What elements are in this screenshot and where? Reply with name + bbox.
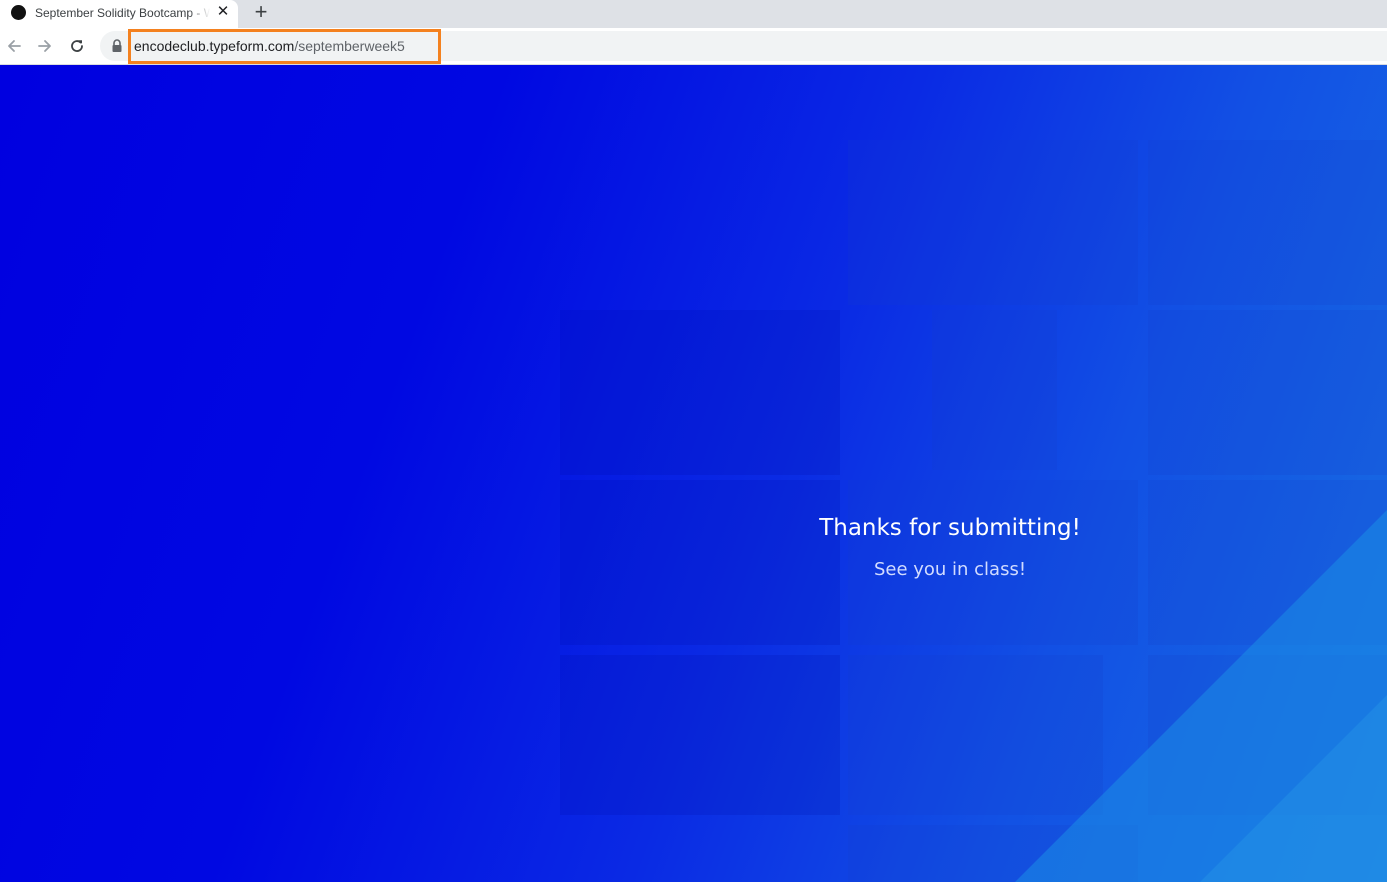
- back-arrow-icon[interactable]: [2, 34, 26, 58]
- typeform-thank-you-screen: Thanks for submitting! See you in class!: [0, 65, 1387, 882]
- address-bar[interactable]: encodeclub.typeform.com/septemberweek5: [100, 29, 1387, 64]
- url-host: encodeclub.typeform.com: [134, 38, 295, 54]
- plus-icon[interactable]: +: [250, 1, 272, 23]
- tab-strip: September Solidity Bootcamp - W ✕ +: [0, 0, 1387, 28]
- forward-arrow-icon[interactable]: [33, 34, 57, 58]
- page-title: Thanks for submitting!: [819, 515, 1081, 541]
- browser-tab[interactable]: September Solidity Bootcamp - W ✕: [0, 0, 238, 28]
- browser-toolbar: encodeclub.typeform.com/septemberweek5: [0, 28, 1387, 65]
- close-icon[interactable]: ✕: [214, 3, 232, 21]
- circle-favicon-icon: [11, 5, 26, 20]
- url-path: /septemberweek5: [294, 38, 405, 54]
- decorative-diagonal-band: [1015, 510, 1387, 882]
- tab-title: September Solidity Bootcamp - W: [35, 6, 210, 20]
- url-text[interactable]: encodeclub.typeform.com/septemberweek5: [134, 38, 405, 54]
- reload-icon[interactable]: [65, 34, 89, 58]
- lock-icon[interactable]: [111, 39, 123, 53]
- page-subtitle: See you in class!: [873, 559, 1027, 580]
- thank-you-message: Thanks for submitting! See you in class!: [700, 512, 1200, 583]
